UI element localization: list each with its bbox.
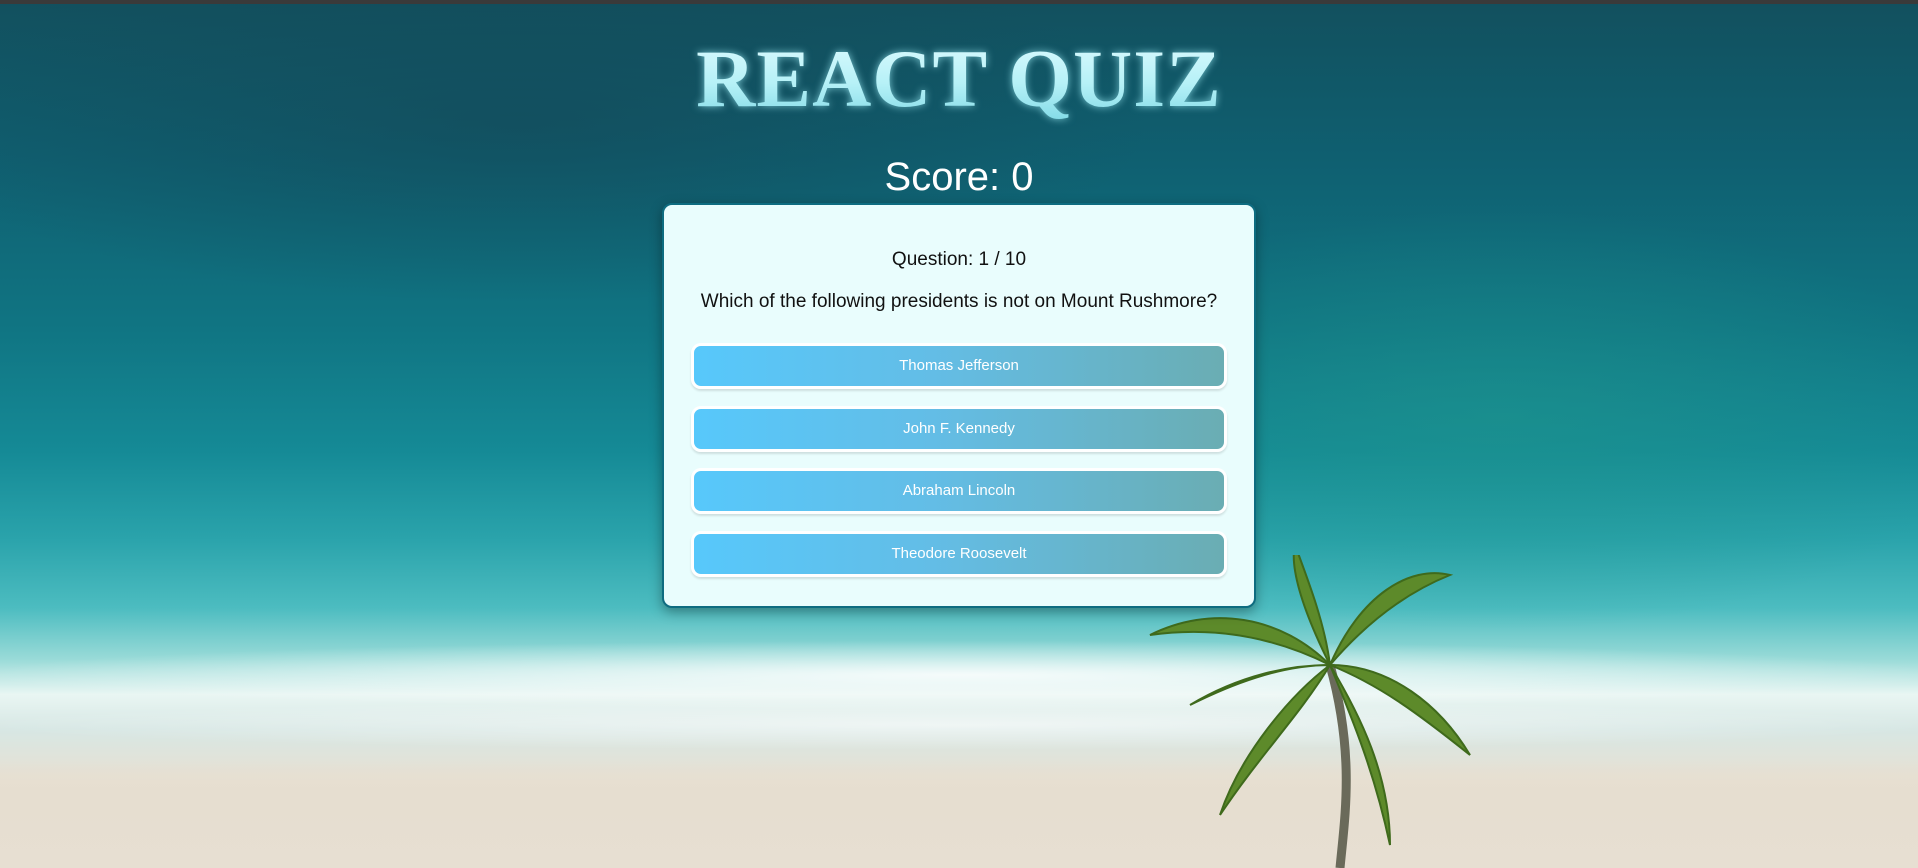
question-text: Which of the following presidents is not… xyxy=(700,291,1218,312)
beach-sand xyxy=(0,760,1918,868)
answer-button-john-f-kennedy[interactable]: John F. Kennedy xyxy=(691,406,1227,452)
question-card: Question: 1 / 10 Which of the following … xyxy=(662,203,1256,608)
top-border xyxy=(0,0,1918,4)
app-title: REACT QUIZ xyxy=(0,34,1918,124)
wave-foam xyxy=(0,700,1918,750)
answer-button-theodore-roosevelt[interactable]: Theodore Roosevelt xyxy=(691,531,1227,577)
question-counter: Question: 1 / 10 xyxy=(891,249,1027,270)
answer-button-abraham-lincoln[interactable]: Abraham Lincoln xyxy=(691,468,1227,514)
answer-button-thomas-jefferson[interactable]: Thomas Jefferson xyxy=(691,343,1227,389)
quiz-page: REACT QUIZ Score: 0 Question: 1 / 10 Whi… xyxy=(0,0,1918,868)
score-display: Score: 0 xyxy=(884,155,1034,199)
